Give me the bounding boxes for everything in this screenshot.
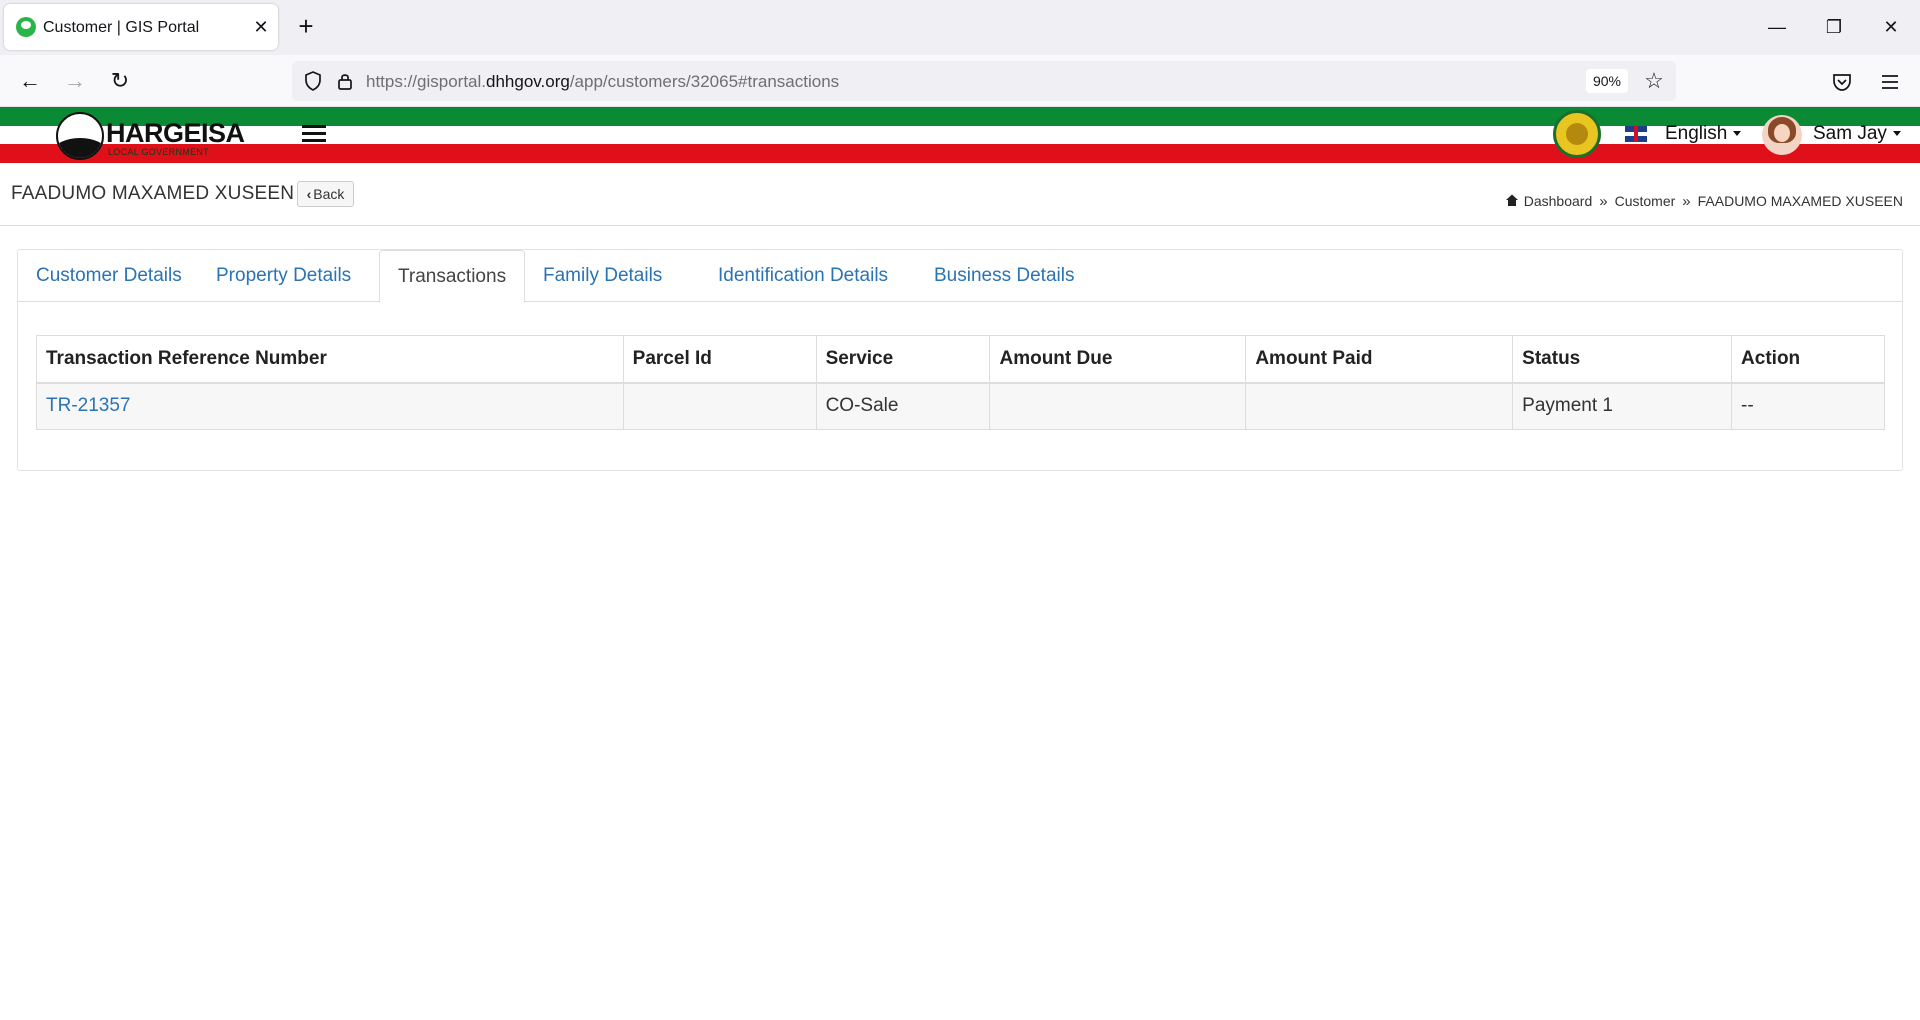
chevron-down-icon xyxy=(1733,131,1742,137)
forward-arrow-icon[interactable]: → xyxy=(59,65,91,97)
logo-emblem-icon xyxy=(56,112,104,160)
breadcrumb-separator: » xyxy=(1599,193,1608,210)
flag-stripe-green xyxy=(0,107,1920,126)
breadcrumb-customer[interactable]: Customer xyxy=(1615,193,1676,209)
tab-family-details[interactable]: Family Details xyxy=(525,250,680,302)
address-bar[interactable]: https://gisportal.dhhgov.org/app/custome… xyxy=(292,61,1676,101)
breadcrumb: Dashboard » Customer » FAADUMO MAXAMED XUSEE… xyxy=(1505,193,1903,210)
column-header: Status xyxy=(1512,335,1733,384)
browser-tab[interactable]: Customer | GIS Portal ✕ xyxy=(4,4,278,50)
government-seal-icon xyxy=(1553,110,1601,158)
column-header: Action xyxy=(1731,335,1885,384)
reload-icon[interactable]: ↻ xyxy=(104,65,136,97)
amount-due-cell xyxy=(989,382,1247,430)
tab-business-details[interactable]: Business Details xyxy=(916,250,1092,302)
zoom-level-badge[interactable]: 90% xyxy=(1586,69,1628,93)
column-header: Amount Due xyxy=(989,335,1247,384)
chevron-down-icon xyxy=(1892,131,1901,137)
app-header: HARGEISA LOCAL GOVERNMENT English Sam Ja… xyxy=(0,107,1920,163)
restore-icon[interactable]: ❐ xyxy=(1819,12,1849,42)
shield-icon[interactable] xyxy=(302,70,324,92)
transaction-reference-cell: TR-21357 xyxy=(36,382,624,430)
browser-tab-title: Customer | GIS Portal xyxy=(43,19,200,36)
close-tab-icon[interactable]: ✕ xyxy=(250,16,272,38)
tab-transactions[interactable]: Transactions xyxy=(379,250,526,303)
hargeisa-logo[interactable]: HARGEISA LOCAL GOVERNMENT xyxy=(56,112,245,160)
action-cell: -- xyxy=(1731,382,1885,430)
logo-subtitle: LOCAL GOVERNMENT xyxy=(108,147,209,157)
column-header: Parcel Id xyxy=(622,335,817,384)
transactions-table: Transaction Reference Number Parcel Id S… xyxy=(36,335,1885,430)
bookmark-star-icon[interactable]: ☆ xyxy=(1640,67,1668,95)
parcel-id-cell xyxy=(622,382,817,430)
lock-icon[interactable] xyxy=(334,70,356,92)
hamburger-menu-icon[interactable] xyxy=(302,125,326,145)
customer-panel: Customer Details Property Details Transa… xyxy=(17,249,1903,471)
service-cell: CO-Sale xyxy=(815,382,991,430)
home-icon xyxy=(1505,194,1518,206)
page-title-row: FAADUMO MAXAMED XUSEEN ‹ Back Dashboard » C… xyxy=(0,163,1920,226)
minimize-icon[interactable]: — xyxy=(1762,12,1792,42)
flag-stripe-red xyxy=(0,144,1920,163)
tab-list: Customer Details Property Details Transa… xyxy=(18,250,1902,303)
column-header: Amount Paid xyxy=(1245,335,1514,384)
url-text[interactable]: https://gisportal.dhhgov.org/app/custome… xyxy=(366,72,839,92)
column-header: Service xyxy=(815,335,991,384)
avatar[interactable] xyxy=(1762,115,1802,155)
amount-paid-cell xyxy=(1245,382,1514,430)
column-header: Transaction Reference Number xyxy=(36,335,624,384)
app-menu-icon[interactable] xyxy=(1879,71,1901,93)
status-cell: Payment 1 xyxy=(1512,382,1733,430)
uk-flag-icon[interactable] xyxy=(1625,126,1647,142)
close-window-icon[interactable]: ✕ xyxy=(1876,12,1906,42)
browser-tab-bar: Customer | GIS Portal ✕ + — ❐ ✕ xyxy=(0,0,1920,55)
logo-text: HARGEISA xyxy=(106,118,245,148)
pocket-icon[interactable] xyxy=(1831,71,1853,93)
back-arrow-icon[interactable]: ← xyxy=(14,65,46,97)
chevron-left-icon: ‹ xyxy=(306,186,312,202)
language-selector[interactable]: English xyxy=(1665,123,1742,145)
breadcrumb-separator: » xyxy=(1682,193,1691,210)
breadcrumb-current: FAADUMO MAXAMED XUSEEN xyxy=(1697,193,1903,209)
table-header-row: Transaction Reference Number Parcel Id S… xyxy=(36,335,1885,384)
new-tab-icon[interactable]: + xyxy=(292,13,320,41)
back-button[interactable]: ‹ Back xyxy=(297,181,354,207)
browser-nav-bar: ← → ↻ https://gisportal.dhhgov.org/app/c… xyxy=(0,55,1920,107)
tab-property-details[interactable]: Property Details xyxy=(198,250,369,302)
user-menu[interactable]: Sam Jay xyxy=(1813,123,1901,145)
breadcrumb-dashboard[interactable]: Dashboard xyxy=(1524,193,1593,209)
page-title: FAADUMO MAXAMED XUSEEN xyxy=(11,183,295,204)
tab-identification-details[interactable]: Identification Details xyxy=(700,250,906,302)
site-favicon-icon xyxy=(16,17,36,37)
tab-customer-details[interactable]: Customer Details xyxy=(18,250,200,302)
table-row: TR-21357 CO-Sale Payment 1 -- xyxy=(36,382,1885,430)
transaction-reference-link[interactable]: TR-21357 xyxy=(46,395,131,416)
